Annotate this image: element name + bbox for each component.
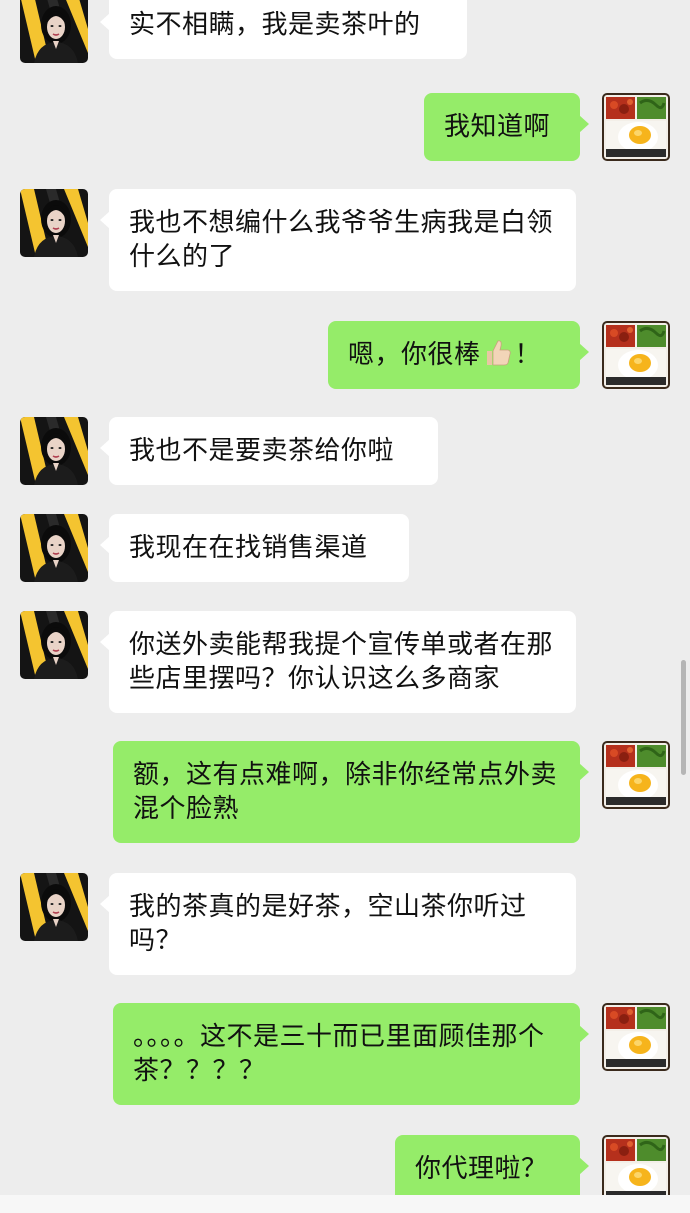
received-bubble[interactable]: 实不相瞒，我是卖茶叶的 [100,0,467,59]
thumbs-up-icon [483,338,513,368]
input-bar-edge [0,1195,690,1213]
contact-avatar[interactable] [20,0,88,63]
sent-bubble[interactable]: 。。。。这不是三十而已里面顾佳那个茶？？？？ [113,1003,589,1105]
user-avatar[interactable] [602,1135,670,1203]
sent-text: 嗯，你很棒 [348,340,481,370]
contact-avatar[interactable] [20,873,88,941]
sent-bubble[interactable]: 我知道啊 [424,93,589,161]
received-bubble[interactable]: 你送外卖能帮我提个宣传单或者在那些店里摆吗？你认识这么多商家 [100,611,576,713]
received-bubble[interactable]: 我现在在找销售渠道 [100,514,409,582]
user-avatar[interactable] [602,321,670,389]
user-avatar[interactable] [602,93,670,161]
sent-bubble[interactable]: 嗯，你很棒 ！ [328,321,589,389]
scrollbar[interactable] [681,660,686,775]
contact-avatar[interactable] [20,514,88,582]
received-bubble[interactable]: 我也不想编什么我爷爷生病我是白领什么的了 [100,189,576,291]
received-bubble[interactable]: 我的茶真的是好茶，空山茶你听过吗？ [100,873,576,975]
sent-text: ！ [514,340,542,370]
contact-avatar[interactable] [20,189,88,257]
user-avatar[interactable] [602,1003,670,1071]
contact-avatar[interactable] [20,611,88,679]
received-bubble[interactable]: 我也不是要卖茶给你啦 [100,417,438,485]
sent-bubble[interactable]: 你代理啦？ [395,1135,589,1203]
user-avatar[interactable] [602,741,670,809]
contact-avatar[interactable] [20,417,88,485]
sent-bubble[interactable]: 额，这有点难啊，除非你经常点外卖混个脸熟 [113,741,589,843]
